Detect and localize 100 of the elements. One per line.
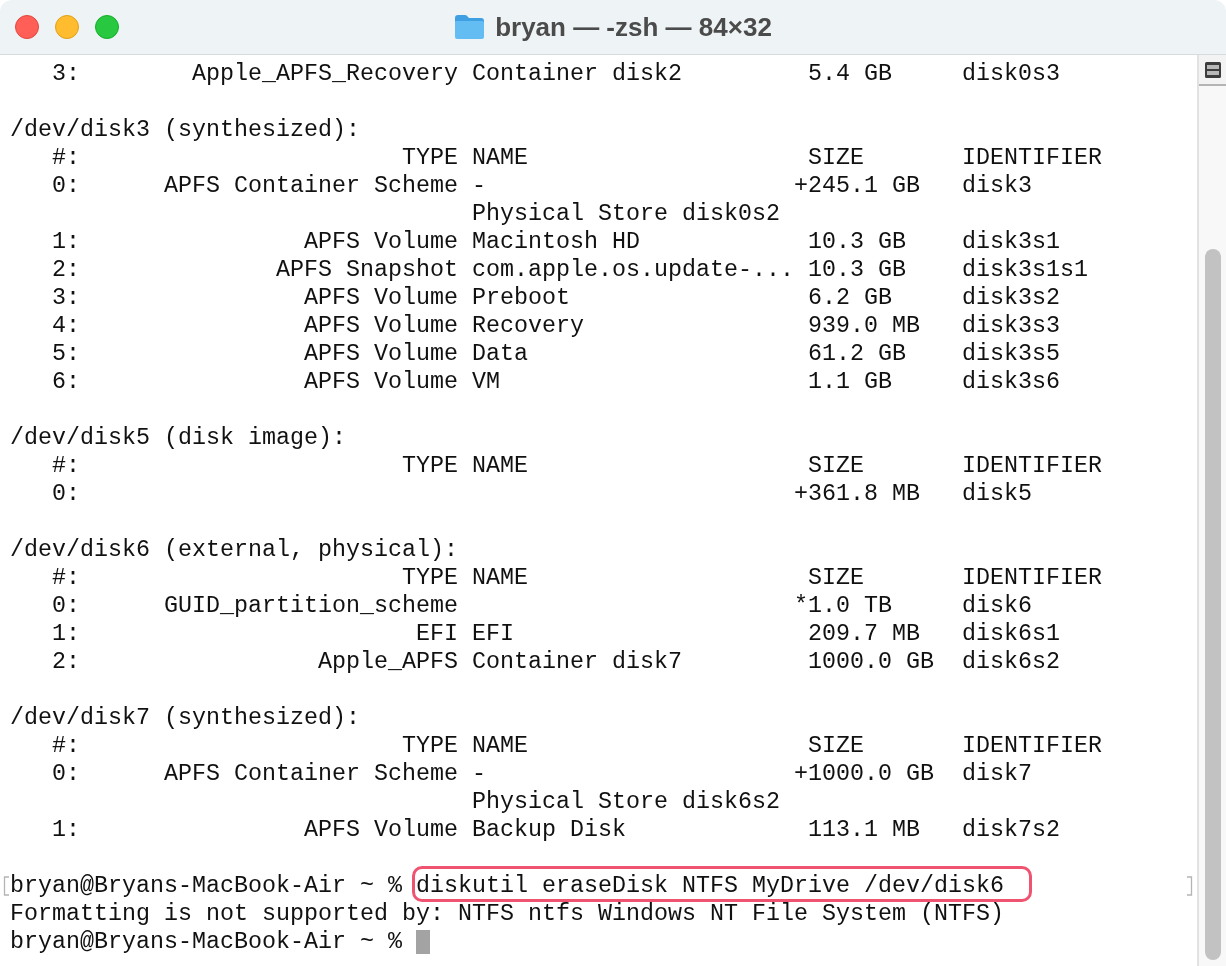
partition-name: EFI [471,620,514,648]
partition-size: 1.1 GB [807,368,892,396]
partition-size: 5.4 GB [807,60,892,88]
partition-type: Apple_APFS [317,648,458,676]
column-header: IDENTIFIER [961,144,1102,172]
column-header: NAME [471,732,528,760]
column-header: SIZE [807,144,864,172]
disk-header: /dev/disk6 (external, physical): [10,536,458,564]
physical-store-text: Physical Store disk0s2 [471,200,780,228]
shell-prompt: bryan@Bryans-MacBook-Air ~ % [10,872,402,900]
column-header: IDENTIFIER [961,452,1102,480]
partition-index: 0: [52,172,80,200]
partition-identifier: disk3s1 [961,228,1060,256]
partition-name: Recovery [471,312,584,340]
disk-header: /dev/disk3 (synthesized): [10,116,360,144]
column-header: IDENTIFIER [961,732,1102,760]
partition-index: 5: [52,340,80,368]
physical-store-text: Physical Store disk6s2 [471,788,780,816]
partition-index: 2: [52,648,80,676]
partition-index: 4: [52,312,80,340]
split-pane-icon [1204,61,1221,78]
column-header: IDENTIFIER [961,564,1102,592]
partition-index: 0: [52,760,80,788]
partition-type: APFS Container Scheme [163,760,458,788]
window-title: bryan — -zsh — 84×32 [495,10,772,44]
partition-name: Macintosh HD [471,228,640,256]
column-header: #: [52,732,80,760]
column-header: #: [52,564,80,592]
partition-size: 209.7 MB [807,620,920,648]
partition-identifier: disk6 [961,592,1032,620]
partition-index: 3: [52,284,80,312]
partition-size: +361.8 MB [793,480,920,508]
folder-icon [454,14,486,40]
zoom-button[interactable] [95,15,119,39]
column-header: NAME [471,452,528,480]
partition-type: APFS Volume [303,284,458,312]
partition-size: 6.2 GB [807,284,892,312]
minimize-button[interactable] [55,15,79,39]
split-pane-button[interactable] [1199,55,1226,86]
partition-type: APFS Volume [303,312,458,340]
column-header: NAME [471,564,528,592]
column-header: NAME [471,144,528,172]
disk-header: /dev/disk5 (disk image): [10,424,346,452]
partition-size: 10.3 GB [807,228,906,256]
partition-index: 0: [52,592,80,620]
partition-size: +1000.0 GB [793,760,934,788]
partition-name: Preboot [471,284,570,312]
column-header: TYPE [401,452,458,480]
partition-size: 939.0 MB [807,312,920,340]
partition-name: - [471,760,486,788]
partition-identifier: disk3s5 [961,340,1060,368]
partition-size: 113.1 MB [807,816,920,844]
partition-index: 1: [52,816,80,844]
shell-command: diskutil eraseDisk NTFS MyDrive /dev/disk6 [415,872,1004,900]
partition-name: VM [471,368,500,396]
partition-size: 1000.0 GB [807,648,934,676]
column-header: SIZE [807,452,864,480]
partition-type: EFI [415,620,458,648]
partition-name: Container disk2 [471,60,682,88]
partition-identifier: disk7s2 [961,816,1060,844]
partition-identifier: disk6s2 [961,648,1060,676]
partition-identifier: disk3 [961,172,1032,200]
column-header: SIZE [807,732,864,760]
column-header: TYPE [401,732,458,760]
column-header: #: [52,452,80,480]
column-header: TYPE [401,144,458,172]
partition-name: com.apple.os.update-... [471,256,794,284]
column-header: #: [52,144,80,172]
partition-name: - [471,172,486,200]
shell-prompt: bryan@Bryans-MacBook-Air ~ % [10,928,402,956]
partition-identifier: disk6s1 [961,620,1060,648]
partition-index: 6: [52,368,80,396]
partition-type: APFS Volume [303,816,458,844]
partition-type: APFS Volume [303,228,458,256]
close-button[interactable] [15,15,39,39]
partition-size: 61.2 GB [807,340,906,368]
partition-identifier: disk0s3 [961,60,1060,88]
column-header: TYPE [401,564,458,592]
partition-size: *1.0 TB [793,592,892,620]
scrollbar-thumb[interactable] [1204,249,1221,960]
partition-index: 1: [52,620,80,648]
column-header: SIZE [807,564,864,592]
partition-identifier: disk5 [961,480,1032,508]
partition-size: 10.3 GB [807,256,906,284]
output-text: Formatting is not supported by: NTFS ntfs Windows NT File System (NTFS) [10,900,1004,928]
partition-identifier: disk3s1s1 [961,256,1088,284]
partition-name: Container disk7 [471,648,682,676]
partition-index: 1: [52,228,80,256]
partition-index: 3: [52,60,80,88]
partition-identifier: disk3s6 [961,368,1060,396]
partition-identifier: disk7 [961,760,1032,788]
partition-type: GUID_partition_scheme [163,592,458,620]
partition-identifier: disk3s2 [961,284,1060,312]
partition-size: +245.1 GB [793,172,920,200]
partition-index: 0: [52,480,80,508]
partition-index: 2: [52,256,80,284]
partition-name: Data [471,340,528,368]
partition-identifier: disk3s3 [961,312,1060,340]
partition-type: APFS Volume [303,368,458,396]
partition-type: APFS Snapshot [275,256,458,284]
